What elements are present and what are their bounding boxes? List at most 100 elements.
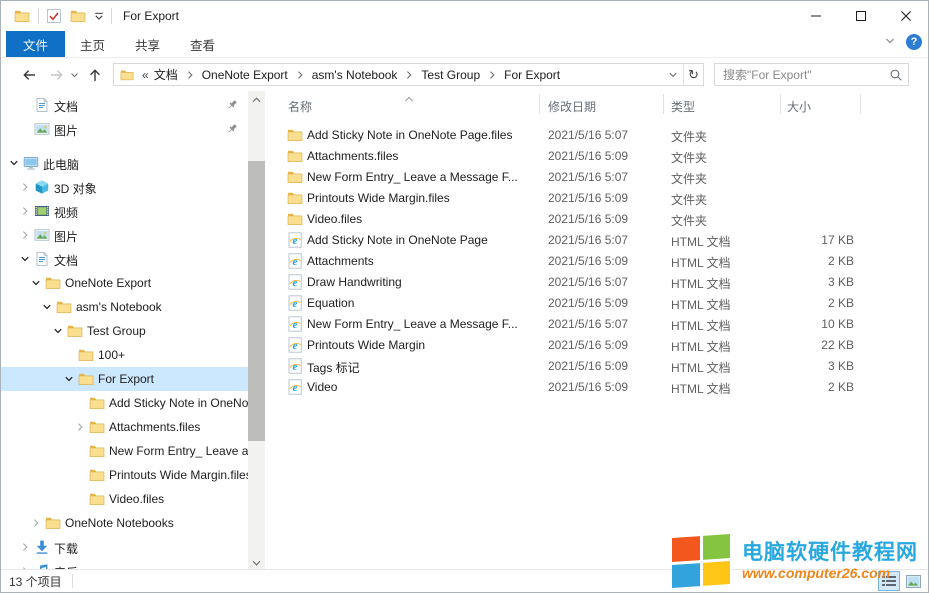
chevron-right-icon[interactable]	[20, 230, 30, 240]
back-button[interactable]	[19, 65, 39, 85]
breadcrumb-separator-icon[interactable]	[482, 70, 502, 80]
ribbon-tab-1[interactable]: 主页	[65, 31, 120, 57]
tree-item[interactable]: 文档	[1, 247, 248, 271]
chevron-down-icon[interactable]	[20, 254, 30, 264]
tree-item[interactable]: Attachments.files	[1, 415, 248, 439]
file-row[interactable]: eTags 标记2021/5/16 5:09HTML 文档3 KB	[271, 356, 929, 377]
tree-item[interactable]: 文档	[1, 93, 248, 117]
tree-item[interactable]: For Export	[1, 367, 248, 391]
chevron-down-icon[interactable]	[64, 374, 74, 384]
address-box[interactable]: « 文档 OneNote Export asm's Notebook Test Gro…	[113, 63, 704, 86]
tree-item[interactable]: Printouts Wide Margin.files	[1, 463, 248, 487]
pin-icon	[226, 123, 238, 135]
recent-locations-chevron-icon[interactable]	[67, 65, 81, 85]
breadcrumb-item[interactable]: Test Group	[419, 68, 482, 82]
help-button[interactable]: ?	[906, 34, 922, 50]
file-row[interactable]: Attachments.files2021/5/16 5:09文件夹	[271, 146, 929, 167]
tree-item[interactable]: asm's Notebook	[1, 295, 248, 319]
file-type: HTML 文档	[671, 380, 777, 397]
breadcrumb-item[interactable]: OneNote Export	[200, 68, 290, 82]
tree-item[interactable]: 下载	[1, 535, 248, 559]
file-row[interactable]: eNew Form Entry_ Leave a Message F...202…	[271, 314, 929, 335]
tree-item[interactable]: Add Sticky Note in OneNo	[1, 391, 248, 415]
scroll-up-icon[interactable]	[248, 91, 265, 108]
customize-qat-caret-icon[interactable]	[94, 12, 104, 21]
column-header-2[interactable]: 类型	[671, 98, 695, 115]
file-row[interactable]: Printouts Wide Margin.files2021/5/16 5:0…	[271, 188, 929, 209]
column-separator[interactable]	[539, 94, 540, 114]
file-row[interactable]: Add Sticky Note in OneNote Page.files202…	[271, 125, 929, 146]
file-row[interactable]: eVideo2021/5/16 5:09HTML 文档2 KB	[271, 377, 929, 398]
file-row[interactable]: eDraw Handwriting2021/5/16 5:07HTML 文档3 …	[271, 272, 929, 293]
details-view-button[interactable]	[878, 571, 900, 591]
new-folder-icon[interactable]	[69, 8, 87, 24]
tree-item[interactable]: 图片	[1, 223, 248, 247]
tree-item[interactable]: 视频	[1, 199, 248, 223]
close-button[interactable]	[883, 1, 928, 31]
maximize-button[interactable]	[838, 1, 883, 31]
refresh-icon[interactable]: ↻	[683, 64, 703, 85]
properties-check-icon[interactable]	[46, 8, 62, 24]
address-dropdown-chevron-icon[interactable]	[663, 64, 683, 85]
file-row[interactable]: eEquation2021/5/16 5:09HTML 文档2 KB	[271, 293, 929, 314]
tree-item[interactable]: 3D 对象	[1, 175, 248, 199]
file-date-modified: 2021/5/16 5:09	[548, 338, 666, 352]
search-input[interactable]	[715, 68, 884, 82]
ribbon-tab-2[interactable]: 共享	[120, 31, 175, 57]
file-name: Equation	[307, 296, 537, 310]
column-separator[interactable]	[860, 94, 861, 114]
ribbon-collapse-chevron-icon[interactable]	[884, 35, 896, 49]
breadcrumb-separator-icon[interactable]	[180, 70, 200, 80]
column-header-3[interactable]: 大小	[787, 98, 811, 115]
chevron-down-icon[interactable]	[53, 326, 63, 336]
chevron-right-icon[interactable]	[75, 422, 85, 432]
tree-item[interactable]: 图片	[1, 117, 248, 141]
svg-text:e: e	[293, 361, 298, 373]
file-row[interactable]: ePrintouts Wide Margin2021/5/16 5:09HTML…	[271, 335, 929, 356]
folder-icon	[89, 443, 105, 459]
column-header-0[interactable]: 名称	[288, 98, 312, 115]
chevron-right-icon[interactable]	[20, 182, 30, 192]
ribbon-tab-0[interactable]: 文件	[6, 31, 65, 57]
file-row[interactable]: eAttachments2021/5/16 5:09HTML 文档2 KB	[271, 251, 929, 272]
ribbon-tab-3[interactable]: 查看	[175, 31, 230, 57]
minimize-button[interactable]	[793, 1, 838, 31]
svg-text:e: e	[293, 382, 298, 394]
breadcrumb-separator-icon[interactable]	[290, 70, 310, 80]
column-separator[interactable]	[780, 94, 781, 114]
chevron-down-icon[interactable]	[42, 302, 52, 312]
file-row[interactable]: Video.files2021/5/16 5:09文件夹	[271, 209, 929, 230]
breadcrumb-separator-icon[interactable]	[399, 70, 419, 80]
chevron-right-icon[interactable]	[20, 542, 30, 552]
forward-button[interactable]	[46, 65, 66, 85]
tree-item[interactable]: OneNote Export	[1, 271, 248, 295]
item-count: 13 个项目	[9, 573, 62, 590]
scrollbar-thumb[interactable]	[248, 161, 265, 441]
chevron-down-icon[interactable]	[31, 278, 41, 288]
breadcrumb-item[interactable]: 文档	[152, 66, 180, 83]
column-header-1[interactable]: 修改日期	[548, 98, 596, 115]
chevron-right-icon[interactable]	[31, 518, 41, 528]
file-row[interactable]: New Form Entry_ Leave a Message F...2021…	[271, 167, 929, 188]
window-controls	[793, 1, 928, 31]
sidebar-scrollbar[interactable]	[248, 91, 265, 571]
tree-item[interactable]: 100+	[1, 343, 248, 367]
breadcrumb-item[interactable]: For Export	[502, 68, 562, 82]
column-separator[interactable]	[663, 94, 664, 114]
breadcrumb-overflow[interactable]: «	[139, 68, 152, 82]
breadcrumb-item[interactable]: asm's Notebook	[310, 68, 400, 82]
file-row[interactable]: eAdd Sticky Note in OneNote Page2021/5/1…	[271, 230, 929, 251]
up-button[interactable]	[85, 65, 105, 85]
tree-item-label: Video.files	[109, 492, 164, 506]
search-icon[interactable]	[884, 68, 908, 82]
tree-item[interactable]: Video.files	[1, 487, 248, 511]
chevron-right-icon[interactable]	[20, 206, 30, 216]
thumbnails-view-button[interactable]	[902, 571, 924, 591]
file-name: Add Sticky Note in OneNote Page.files	[307, 128, 537, 142]
tree-item[interactable]: OneNote Notebooks	[1, 511, 248, 535]
file-size: 22 KB	[771, 338, 854, 352]
tree-item[interactable]: Test Group	[1, 319, 248, 343]
chevron-down-icon[interactable]	[9, 158, 19, 168]
tree-item[interactable]: 此电脑	[1, 151, 248, 175]
tree-item[interactable]: New Form Entry_ Leave a M	[1, 439, 248, 463]
